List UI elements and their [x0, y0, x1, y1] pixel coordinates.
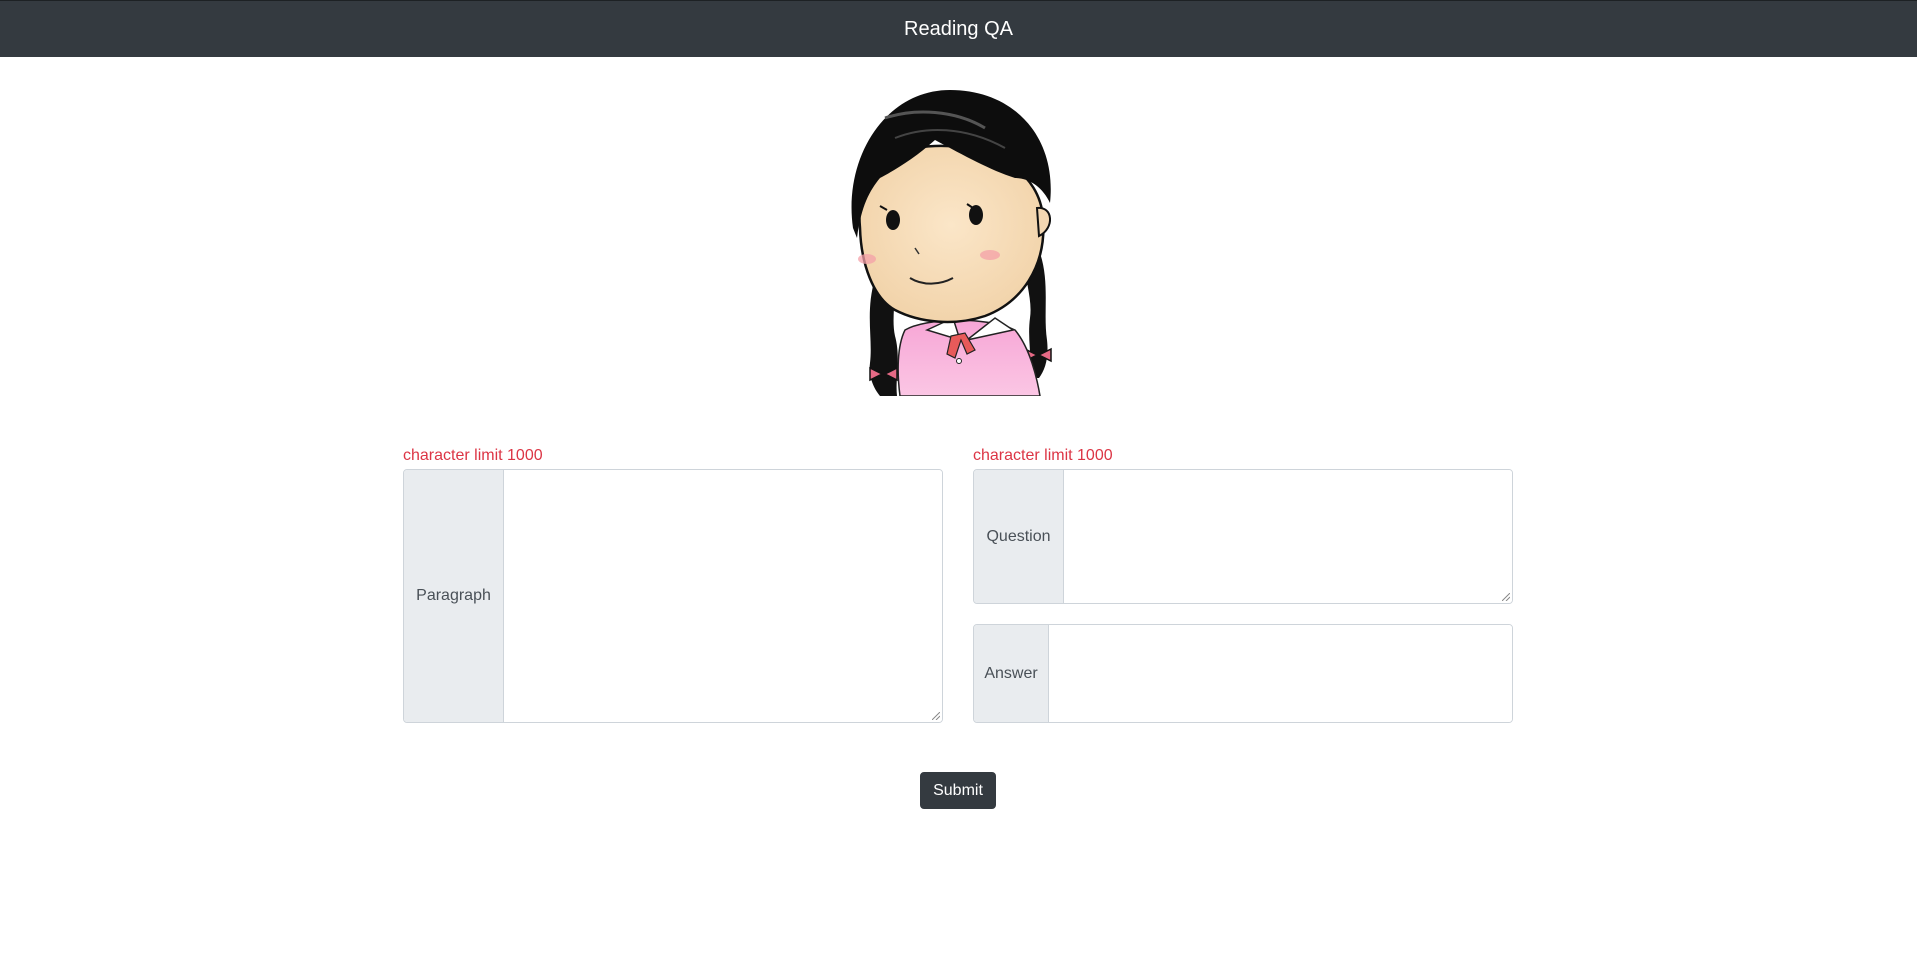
question-label: Question [974, 470, 1064, 603]
question-input-group: Question [973, 469, 1513, 604]
app-title: Reading QA [904, 17, 1013, 40]
submit-button[interactable]: Submit [920, 772, 996, 809]
paragraph-label: Paragraph [404, 470, 504, 722]
resize-grip-icon[interactable] [932, 712, 940, 720]
question-limit-note: character limit 1000 [973, 447, 1113, 464]
mascot-illustration [851, 90, 1052, 396]
answer-input-group: Answer [973, 624, 1513, 723]
answer-output [1049, 625, 1512, 722]
question-textarea[interactable] [1064, 470, 1512, 603]
answer-label: Answer [974, 625, 1049, 722]
resize-grip-icon[interactable] [1502, 593, 1510, 601]
paragraph-input-group: Paragraph [403, 469, 943, 723]
paragraph-textarea[interactable] [504, 470, 942, 722]
paragraph-limit-note: character limit 1000 [403, 447, 543, 464]
top-navbar: Reading QA [0, 0, 1917, 57]
